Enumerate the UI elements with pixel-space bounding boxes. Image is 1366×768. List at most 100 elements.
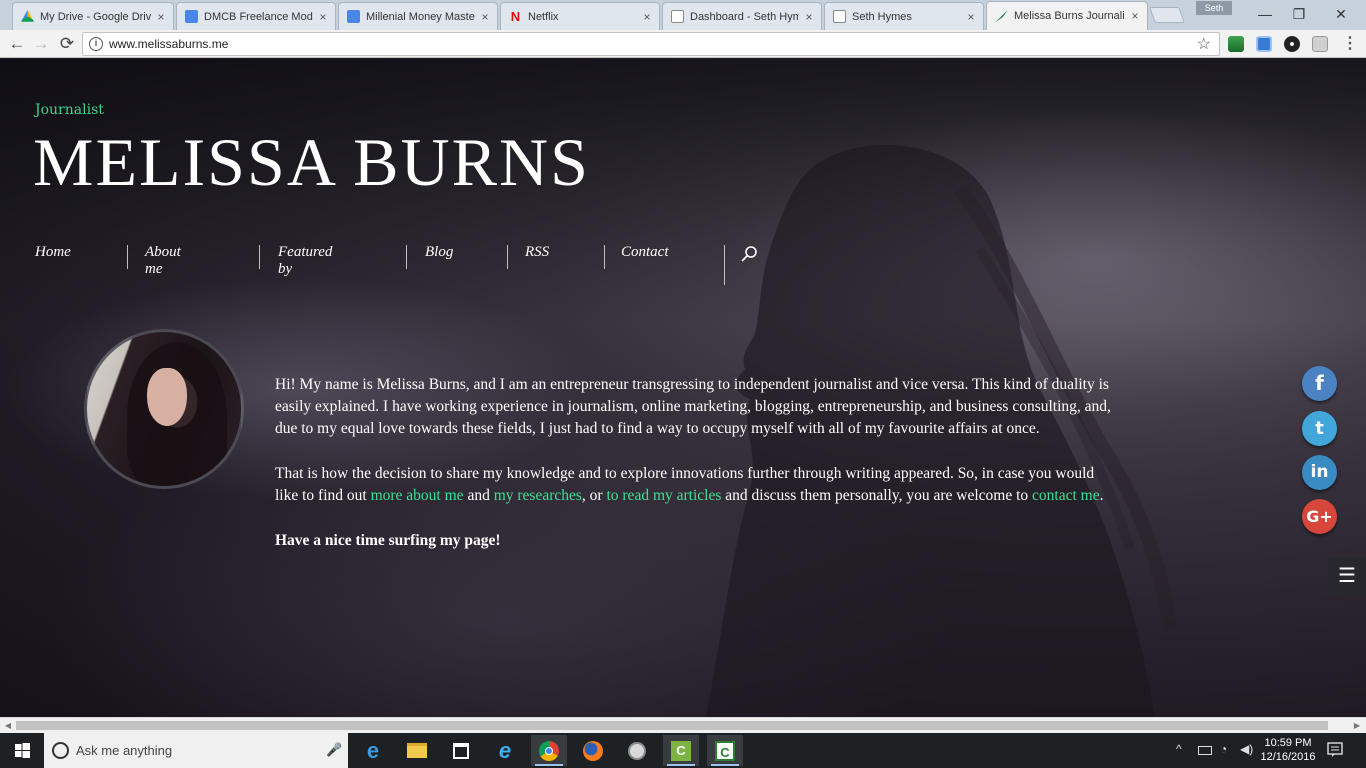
windows-start-icon[interactable] (0, 733, 44, 768)
app-glyph (628, 741, 646, 760)
close-tab-icon[interactable]: × (479, 10, 491, 24)
bio-text-span: and (463, 487, 494, 504)
bag-glyph (453, 742, 469, 759)
close-tab-icon[interactable]: × (803, 10, 815, 24)
extension-icon[interactable] (1228, 36, 1244, 52)
hamburger-menu-icon[interactable]: ☰ (1328, 558, 1366, 594)
battery-icon[interactable] (1198, 746, 1212, 755)
clock-time: 10:59 PM (1264, 737, 1312, 749)
back-button[interactable]: ← (6, 33, 28, 55)
extension-icon[interactable] (1256, 36, 1272, 52)
web-page: Journalist MELISSA BURNS Home About me F… (0, 59, 1366, 717)
recorder-glyph: C (715, 740, 735, 761)
bio-text: Hi! My name is Melissa Burns, and I am a… (275, 374, 1120, 575)
netflix-icon: N (510, 9, 521, 24)
url-text[interactable]: www.melissaburns.me (109, 37, 228, 51)
contact-me-link[interactable]: contact me (1032, 487, 1100, 504)
twitter-icon[interactable]: t (1302, 411, 1337, 446)
close-tab-icon[interactable]: × (1129, 9, 1141, 23)
tab-seth-hymes[interactable]: Seth Hymes × (824, 2, 984, 30)
file-explorer-icon[interactable] (399, 735, 435, 766)
nav-rss[interactable]: RSS (525, 244, 549, 261)
nav-about-me[interactable]: About me (145, 244, 181, 278)
linkedin-icon[interactable]: in (1302, 455, 1337, 490)
tab-title: DMCB Freelance Modu (204, 10, 313, 23)
google-docs-icon (347, 10, 360, 23)
extension-icon[interactable] (1312, 36, 1328, 52)
wifi-icon[interactable]: ◔ (1220, 742, 1227, 756)
scroll-left-icon[interactable]: ◀ (1, 720, 15, 732)
tab-millenial-money[interactable]: Millenial Money Maste × (338, 2, 498, 30)
tab-dmcb[interactable]: DMCB Freelance Modu × (176, 2, 336, 30)
camtasia-recorder-icon[interactable]: C (707, 735, 743, 766)
nav-divider (259, 245, 260, 269)
action-center-icon[interactable] (1326, 741, 1344, 759)
scroll-right-icon[interactable]: ▶ (1350, 720, 1364, 732)
maximize-button[interactable]: ❐ (1284, 4, 1314, 24)
system-clock[interactable]: 10:59 PM 12/16/2016 (1258, 736, 1318, 764)
camtasia-glyph: C (671, 740, 691, 761)
profile-button[interactable]: Seth (1196, 1, 1232, 15)
bookmark-star-icon[interactable]: ☆ (1197, 34, 1211, 54)
tab-title: Millenial Money Maste (366, 10, 475, 23)
chrome-center (545, 746, 553, 755)
new-tab-button[interactable] (1149, 7, 1185, 23)
windows-taskbar: Ask me anything 🎤 e e C C ^ ◔ ◀) 10:59 P… (0, 733, 1366, 768)
site-title[interactable]: MELISSA BURNS (33, 123, 590, 201)
tab-title: My Drive - Google Driv (40, 10, 151, 23)
browser-toolbar: ← → ⟳ i www.melissaburns.me ☆ ⋮ (0, 30, 1366, 58)
close-tab-icon[interactable]: × (641, 10, 653, 24)
tab-dashboard[interactable]: Dashboard - Seth Hym × (662, 2, 822, 30)
firefox-glyph (583, 740, 603, 761)
volume-icon[interactable]: ◀) (1240, 742, 1253, 756)
search-icon[interactable] (740, 245, 758, 263)
ie-glyph: e (498, 737, 512, 763)
forward-button[interactable]: → (30, 33, 52, 55)
camtasia-icon[interactable]: C (663, 735, 699, 766)
close-tab-icon[interactable]: × (965, 10, 977, 24)
store-icon[interactable] (443, 735, 479, 766)
extension-icon[interactable] (1284, 36, 1300, 52)
close-window-button[interactable]: ✕ (1326, 4, 1356, 24)
reload-button[interactable]: ⟳ (56, 33, 78, 55)
close-tab-icon[interactable]: × (155, 10, 167, 24)
my-researches-link[interactable]: my researches (494, 487, 582, 504)
show-hidden-icons-icon[interactable]: ^ (1176, 742, 1182, 756)
nav-divider (604, 245, 605, 269)
app-icon[interactable] (619, 735, 655, 766)
info-icon[interactable]: i (89, 37, 103, 51)
edge-glyph: e (366, 737, 380, 763)
tab-melissa-burns[interactable]: Melissa Burns Journali × (986, 1, 1148, 30)
nav-divider (127, 245, 128, 269)
chrome-icon[interactable] (531, 735, 567, 766)
internet-explorer-icon[interactable]: e (487, 735, 523, 766)
google-drive-icon (21, 10, 34, 22)
tab-netflix[interactable]: N Netflix × (500, 2, 660, 30)
nav-divider (724, 245, 725, 285)
facebook-icon[interactable]: f (1302, 366, 1337, 401)
tab-google-drive[interactable]: My Drive - Google Driv × (12, 2, 174, 30)
scrollbar-thumb[interactable] (16, 721, 1328, 730)
nav-divider (507, 245, 508, 269)
minimize-button[interactable]: — (1250, 4, 1280, 24)
tab-strip: My Drive - Google Driv × DMCB Freelance … (0, 0, 1366, 30)
edge-icon[interactable]: e (355, 735, 391, 766)
google-plus-icon[interactable]: G+ (1302, 499, 1337, 534)
bio-paragraph-1: Hi! My name is Melissa Burns, and I am a… (275, 376, 1111, 437)
microphone-icon[interactable]: 🎤 (326, 742, 342, 758)
close-tab-icon[interactable]: × (317, 10, 329, 24)
read-my-articles-link[interactable]: to read my articles (606, 487, 721, 504)
nav-contact[interactable]: Contact (621, 244, 669, 261)
nav-blog[interactable]: Blog (425, 244, 453, 261)
tab-title: Netflix (528, 10, 559, 23)
firefox-icon[interactable] (575, 735, 611, 766)
nav-featured-by[interactable]: Featured by (278, 244, 332, 278)
profile-photo (84, 329, 244, 489)
more-about-me-link[interactable]: more about me (371, 487, 464, 504)
browser-menu-icon[interactable]: ⋮ (1342, 34, 1358, 54)
horizontal-scrollbar[interactable]: ◀ ▶ (0, 717, 1366, 733)
cortana-search-box[interactable]: Ask me anything 🎤 (44, 733, 348, 768)
site-tagline: Journalist (35, 102, 104, 118)
address-bar[interactable]: i www.melissaburns.me ☆ (82, 32, 1220, 56)
nav-home[interactable]: Home (35, 244, 71, 261)
